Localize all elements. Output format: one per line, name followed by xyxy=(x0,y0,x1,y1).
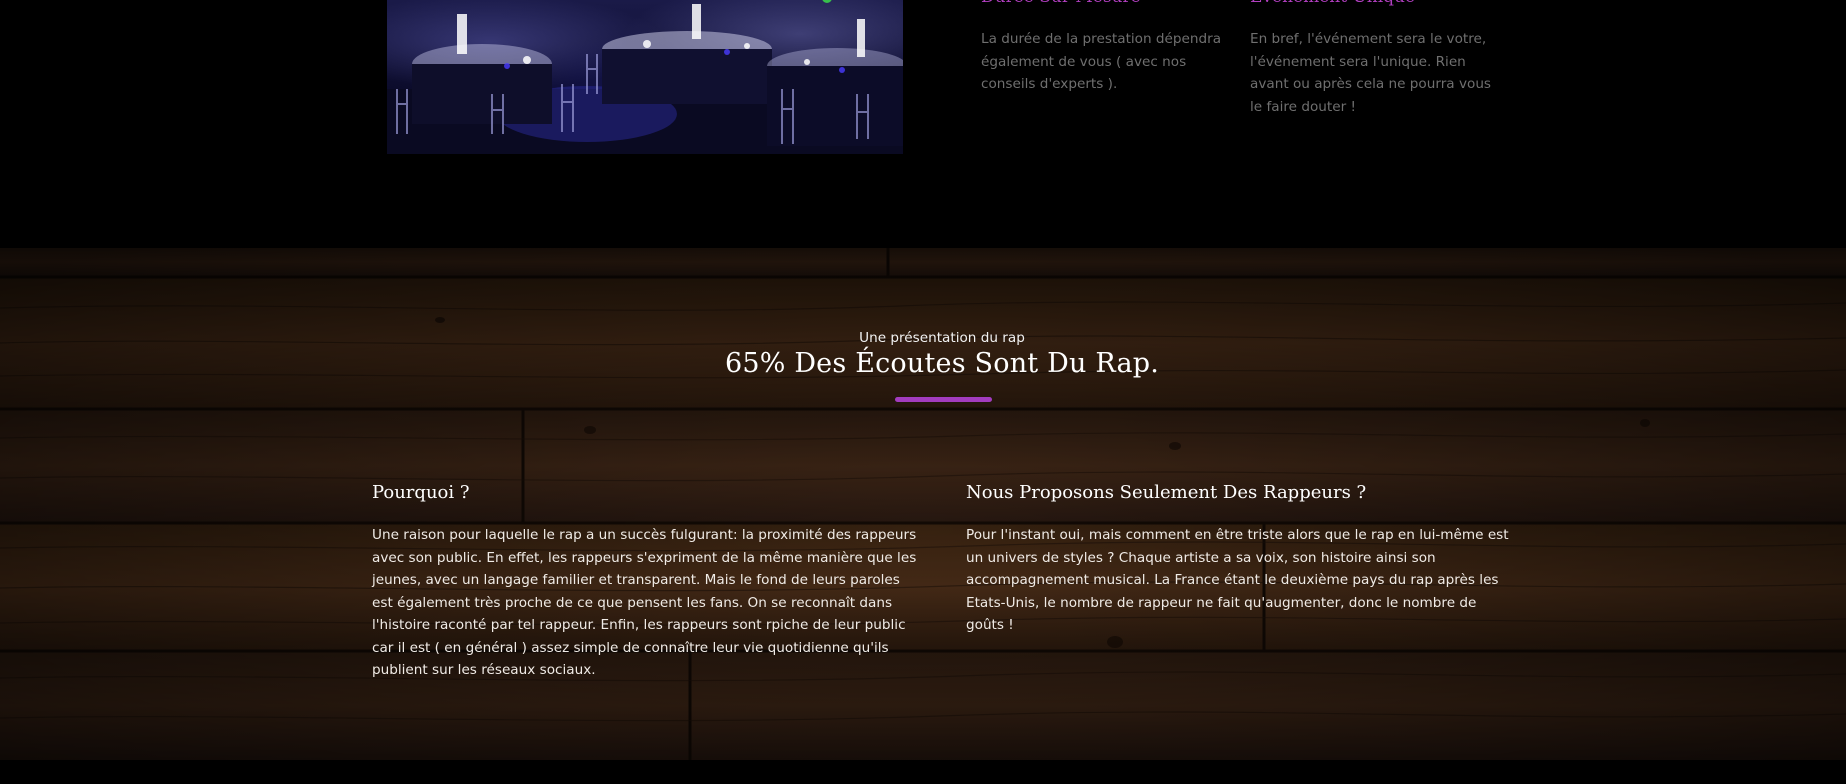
column-title: Nous Proposons Seulement Des Rappeurs ? xyxy=(966,482,1367,503)
event-venue-photo xyxy=(387,0,903,154)
column-rappeurs: Nous Proposons Seulement Des Rappeurs ? … xyxy=(966,480,1511,637)
column-text: Une raison pour laquelle le rap a un suc… xyxy=(372,527,917,678)
page: Durée Sur Mesure La durée de la prestati… xyxy=(0,0,1846,784)
feature-text: En bref, l'événement sera le votre, l'év… xyxy=(1250,31,1492,115)
section-title: 65% Des Écoutes Sont Du Rap. xyxy=(724,348,1160,379)
features-section: Durée Sur Mesure La durée de la prestati… xyxy=(0,0,1846,248)
rap-presentation-section: Une présentation du rap 65% Des Écoutes … xyxy=(0,248,1846,760)
feature-title: Durée Sur Mesure xyxy=(981,0,1231,8)
feature-text: La durée de la prestation dépendra égale… xyxy=(981,31,1222,92)
footer-edge xyxy=(0,760,1846,784)
feature-title: Événement Unique xyxy=(1250,0,1500,8)
event-venue-illustration xyxy=(387,0,903,154)
title-underline-divider xyxy=(895,397,992,402)
feature-duree: Durée Sur Mesure La durée de la prestati… xyxy=(981,0,1231,96)
column-text: Pour l'instant oui, mais comment en être… xyxy=(966,527,1509,633)
column-title: Pourquoi ? xyxy=(372,482,470,503)
wood-planks-background xyxy=(0,248,1846,760)
feature-evenement: Événement Unique En bref, l'événement se… xyxy=(1250,0,1500,118)
section-kicker: Une présentation du rap xyxy=(859,330,1025,346)
column-pourquoi: Pourquoi ? Une raison pour laquelle le r… xyxy=(372,480,917,682)
